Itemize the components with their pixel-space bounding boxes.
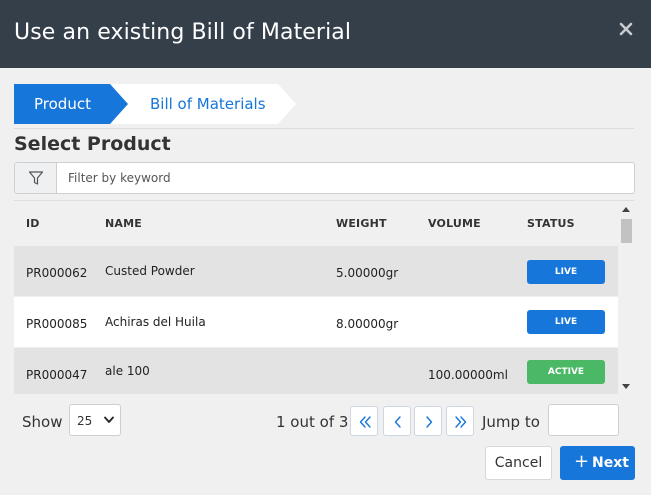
next-page-button[interactable] <box>414 406 442 436</box>
column-header-weight[interactable]: WEIGHT <box>336 217 387 230</box>
cell-id: PR000047 <box>26 368 88 382</box>
scroll-down-icon[interactable] <box>622 384 630 389</box>
column-header-id[interactable]: ID <box>26 217 40 230</box>
column-header-name[interactable]: NAME <box>105 217 142 230</box>
filter-bar <box>14 162 635 194</box>
table-scrollbar[interactable] <box>618 201 634 394</box>
first-page-button[interactable] <box>350 406 378 436</box>
chevron-down-icon <box>104 416 114 423</box>
cell-name: Custed Powder <box>105 264 195 278</box>
plus-icon: + <box>574 451 590 472</box>
cell-volume: 100.00000ml <box>428 368 508 382</box>
page-size-value: 25 <box>77 414 93 428</box>
table-row[interactable]: PR000047 ale 100 100.00000ml ACTIVE <box>14 348 618 394</box>
cell-id: PR000085 <box>26 317 88 331</box>
cell-name: Achiras del Huila <box>105 315 206 329</box>
jump-to-label: Jump to <box>482 413 540 431</box>
wizard-step-label: Bill of Materials <box>150 95 266 113</box>
show-label: Show <box>22 413 63 431</box>
product-table: ID NAME WEIGHT VOLUME STATUS PR000062 Cu… <box>14 200 634 394</box>
modal-title: Use an existing Bill of Material <box>14 20 352 45</box>
last-page-button[interactable] <box>446 406 474 436</box>
scroll-up-icon[interactable] <box>622 207 630 212</box>
table-header: ID NAME WEIGHT VOLUME STATUS <box>14 201 618 245</box>
modal-header: Use an existing Bill of Material <box>0 0 651 68</box>
close-icon[interactable] <box>617 20 635 38</box>
chevron-right-icon <box>426 416 433 428</box>
cell-weight: 8.00000gr <box>336 317 399 331</box>
chevron-left-icon <box>394 416 401 428</box>
wizard-steps: Bill of Materials Product <box>14 84 296 124</box>
filter-icon <box>28 171 44 185</box>
page-size-select[interactable]: 25 <box>69 404 121 436</box>
divider <box>14 128 634 129</box>
table-row[interactable]: PR000085 Achiras del Huila 8.00000gr LIV… <box>14 297 618 347</box>
column-header-status[interactable]: STATUS <box>527 217 575 230</box>
cell-weight: 5.00000gr <box>336 266 399 280</box>
jump-to-input[interactable] <box>548 404 619 436</box>
cell-id: PR000062 <box>26 266 88 280</box>
wizard-step-product[interactable]: Product <box>14 84 128 124</box>
cancel-button[interactable]: Cancel <box>485 446 552 480</box>
cell-name: ale 100 <box>105 364 150 378</box>
scrollbar-thumb[interactable] <box>621 219 632 243</box>
double-chevron-right-icon <box>455 416 467 428</box>
double-chevron-left-icon <box>359 416 371 428</box>
status-badge: ACTIVE <box>527 360 605 384</box>
filter-button[interactable] <box>15 163 57 193</box>
next-button-label: Next <box>592 455 629 471</box>
status-badge: LIVE <box>527 310 605 334</box>
section-title: Select Product <box>14 133 171 155</box>
next-button[interactable]: + Next <box>560 446 635 480</box>
modal-dialog: Use an existing Bill of Material Bill of… <box>0 0 651 495</box>
table-row[interactable]: PR000062 Custed Powder 5.00000gr LIVE <box>14 246 618 296</box>
filter-input[interactable] <box>58 163 628 193</box>
prev-page-button[interactable] <box>383 406 411 436</box>
wizard-step-label: Product <box>34 95 91 113</box>
status-badge: LIVE <box>527 260 605 284</box>
page-info: 1 out of 3 <box>276 413 349 431</box>
column-header-volume[interactable]: VOLUME <box>428 217 481 230</box>
